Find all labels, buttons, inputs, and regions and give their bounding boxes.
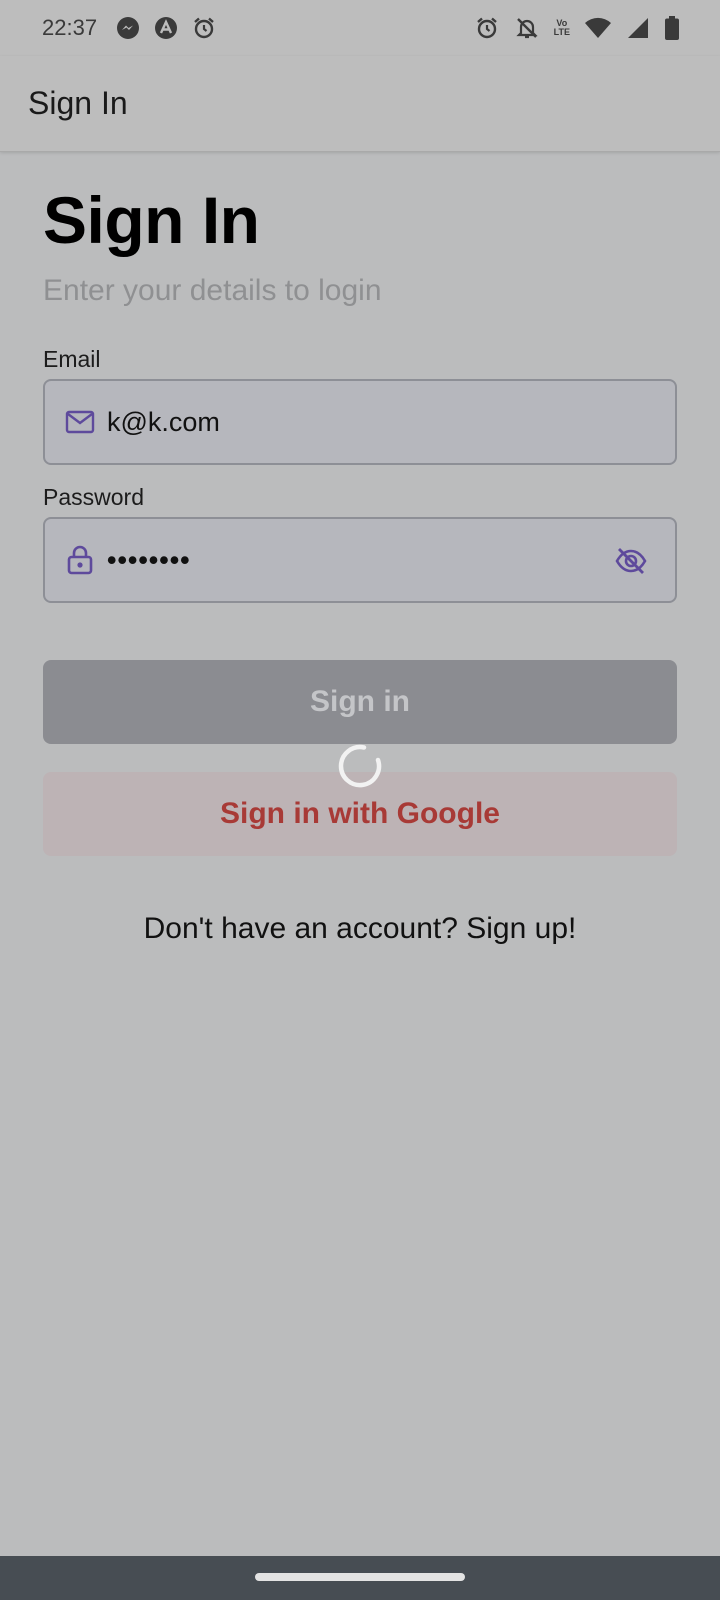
app-bar-title: Sign In xyxy=(28,85,128,121)
nav-bar xyxy=(0,1556,720,1600)
password-field[interactable]: •••••••• xyxy=(43,517,677,603)
loading-spinner-icon xyxy=(338,744,382,788)
email-value: k@k.com xyxy=(107,406,220,437)
status-bar: 22:37 Vo LTE xyxy=(0,0,720,56)
signal-icon xyxy=(626,16,650,40)
messenger-icon xyxy=(115,15,141,41)
status-right-icons: Vo LTE xyxy=(474,15,680,41)
signup-link[interactable]: Don't have an account? Sign up! xyxy=(43,912,677,946)
eye-off-icon[interactable] xyxy=(615,545,647,577)
page-title: Sign In xyxy=(43,183,260,257)
email-field[interactable]: k@k.com xyxy=(43,379,677,465)
volte-label-bottom: LTE xyxy=(553,27,570,37)
battery-icon xyxy=(664,15,680,41)
email-label: Email xyxy=(43,346,101,372)
status-left-icons xyxy=(115,15,217,41)
password-value: •••••••• xyxy=(107,544,191,575)
password-label: Password xyxy=(43,484,144,510)
bell-off-icon xyxy=(514,15,540,41)
wifi-icon xyxy=(584,16,612,40)
alarm-icon xyxy=(191,15,217,41)
volte-icon: Vo LTE xyxy=(554,19,570,37)
home-indicator[interactable] xyxy=(255,1573,465,1581)
mail-icon xyxy=(65,407,95,437)
alarm-icon xyxy=(474,15,500,41)
lock-icon xyxy=(65,545,95,575)
app-a-icon xyxy=(153,15,179,41)
app-bar: Sign In xyxy=(0,56,720,152)
page-subtitle: Enter your details to login xyxy=(43,274,382,307)
signin-button[interactable]: Sign in xyxy=(43,660,677,744)
status-time: 22:37 xyxy=(42,15,98,40)
